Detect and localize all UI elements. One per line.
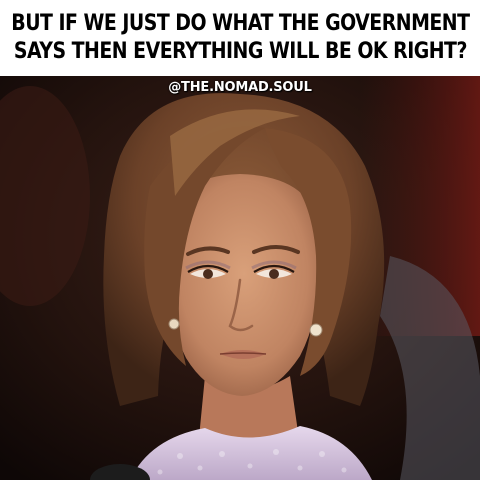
caption-bar: BUT IF WE JUST DO WHAT THE GOVERNMENT SA… [0, 0, 480, 76]
right-earring [309, 323, 323, 337]
caption-line-1: BUT IF WE JUST DO WHAT THE GOVERNMENT [10, 11, 470, 36]
caption-line-2: SAYS THEN EVERYTHING WILL BE OK RIGHT? [13, 39, 467, 64]
meme-photo [0, 76, 480, 480]
left-earring [168, 318, 180, 330]
meme-image: BUT IF WE JUST DO WHAT THE GOVERNMENT SA… [0, 0, 480, 480]
portrait-illustration [0, 76, 480, 480]
watermark-handle: @THE.NOMAD.SOUL [168, 80, 312, 95]
